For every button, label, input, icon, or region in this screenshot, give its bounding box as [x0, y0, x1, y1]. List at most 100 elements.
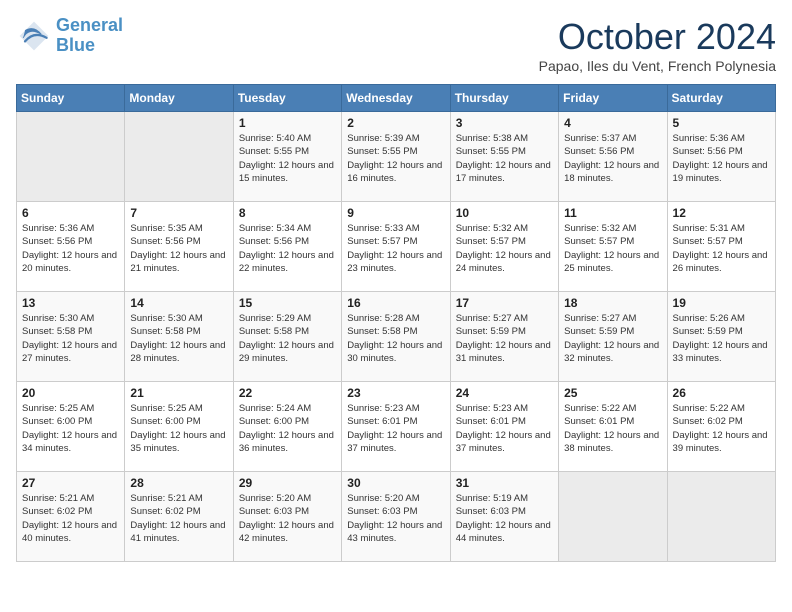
day-number: 5: [673, 116, 770, 130]
day-number: 19: [673, 296, 770, 310]
calendar-cell: 16 Sunrise: 5:28 AMSunset: 5:58 PMDayligh…: [342, 292, 450, 382]
day-info: Sunrise: 5:28 AMSunset: 5:58 PMDaylight:…: [347, 312, 444, 365]
calendar-cell: 2 Sunrise: 5:39 AMSunset: 5:55 PMDaylight…: [342, 112, 450, 202]
day-number: 4: [564, 116, 661, 130]
calendar-cell: 21Sunrise: 5:25 AMSunset: 6:00 PMDayligh…: [125, 382, 233, 472]
day-info: Sunrise: 5:40 AMSunset: 5:55 PMDaylight:…: [239, 132, 336, 185]
day-info: Sunrise: 5:39 AMSunset: 5:55 PMDaylight:…: [347, 132, 444, 185]
day-info: Sunrise: 5:35 AMSunset: 5:56 PMDaylight:…: [130, 222, 227, 275]
day-info: Sunrise: 5:21 AMSunset: 6:02 PMDaylight:…: [22, 492, 119, 545]
calendar-cell: 10 Sunrise: 5:32 AMSunset: 5:57 PMDayligh…: [450, 202, 558, 292]
day-number: 7: [130, 206, 227, 220]
calendar-cell: 15Sunrise: 5:29 AMSunset: 5:58 PMDayligh…: [233, 292, 341, 382]
day-number: 30: [347, 476, 444, 490]
weekday-header: Thursday: [450, 85, 558, 112]
calendar-cell: 20 Sunrise: 5:25 AMSunset: 6:00 PMDayligh…: [17, 382, 125, 472]
day-number: 15: [239, 296, 336, 310]
calendar-cell: 27 Sunrise: 5:21 AMSunset: 6:02 PMDayligh…: [17, 472, 125, 562]
day-number: 6: [22, 206, 119, 220]
calendar-cell: 3 Sunrise: 5:38 AMSunset: 5:55 PMDaylight…: [450, 112, 558, 202]
day-info: Sunrise: 5:36 AMSunset: 5:56 PMDaylight:…: [673, 132, 770, 185]
day-info: Sunrise: 5:36 AMSunset: 5:56 PMDaylight:…: [22, 222, 119, 275]
day-number: 11: [564, 206, 661, 220]
day-info: Sunrise: 5:30 AMSunset: 5:58 PMDaylight:…: [130, 312, 227, 365]
day-info: Sunrise: 5:32 AMSunset: 5:57 PMDaylight:…: [564, 222, 661, 275]
day-info: Sunrise: 5:37 AMSunset: 5:56 PMDaylight:…: [564, 132, 661, 185]
day-info: Sunrise: 5:32 AMSunset: 5:57 PMDaylight:…: [456, 222, 553, 275]
day-info: Sunrise: 5:26 AMSunset: 5:59 PMDaylight:…: [673, 312, 770, 365]
weekday-header: Friday: [559, 85, 667, 112]
calendar-cell: [667, 472, 775, 562]
calendar-cell: 17 Sunrise: 5:27 AMSunset: 5:59 PMDayligh…: [450, 292, 558, 382]
calendar-week-row: 6 Sunrise: 5:36 AMSunset: 5:56 PMDaylight…: [17, 202, 776, 292]
day-number: 31: [456, 476, 553, 490]
day-number: 8: [239, 206, 336, 220]
calendar-cell: 22 Sunrise: 5:24 AMSunset: 6:00 PMDayligh…: [233, 382, 341, 472]
day-number: 28: [130, 476, 227, 490]
calendar-cell: 9 Sunrise: 5:33 AMSunset: 5:57 PMDaylight…: [342, 202, 450, 292]
day-info: Sunrise: 5:22 AMSunset: 6:02 PMDaylight:…: [673, 402, 770, 455]
day-number: 23: [347, 386, 444, 400]
title-block: October 2024 Papao, Iles du Vent, French…: [539, 16, 776, 74]
day-info: Sunrise: 5:27 AMSunset: 5:59 PMDaylight:…: [456, 312, 553, 365]
day-number: 1: [239, 116, 336, 130]
day-info: Sunrise: 5:19 AMSunset: 6:03 PMDaylight:…: [456, 492, 553, 545]
day-info: Sunrise: 5:33 AMSunset: 5:57 PMDaylight:…: [347, 222, 444, 275]
calendar-cell: [559, 472, 667, 562]
calendar-cell: 7 Sunrise: 5:35 AMSunset: 5:56 PMDaylight…: [125, 202, 233, 292]
day-info: Sunrise: 5:23 AMSunset: 6:01 PMDaylight:…: [347, 402, 444, 455]
day-info: Sunrise: 5:34 AMSunset: 5:56 PMDaylight:…: [239, 222, 336, 275]
day-info: Sunrise: 5:24 AMSunset: 6:00 PMDaylight:…: [239, 402, 336, 455]
day-info: Sunrise: 5:21 AMSunset: 6:02 PMDaylight:…: [130, 492, 227, 545]
calendar-cell: 18 Sunrise: 5:27 AMSunset: 5:59 PMDayligh…: [559, 292, 667, 382]
month-title: October 2024: [539, 16, 776, 58]
day-info: Sunrise: 5:27 AMSunset: 5:59 PMDaylight:…: [564, 312, 661, 365]
weekday-header: Sunday: [17, 85, 125, 112]
day-number: 10: [456, 206, 553, 220]
logo: General Blue: [16, 16, 123, 56]
calendar-cell: 30 Sunrise: 5:20 AMSunset: 6:03 PMDayligh…: [342, 472, 450, 562]
day-number: 17: [456, 296, 553, 310]
calendar-week-row: 13 Sunrise: 5:30 AMSunset: 5:58 PMDayligh…: [17, 292, 776, 382]
page-header: General Blue October 2024 Papao, Iles du…: [16, 16, 776, 74]
day-number: 22: [239, 386, 336, 400]
day-info: Sunrise: 5:30 AMSunset: 5:58 PMDaylight:…: [22, 312, 119, 365]
day-number: 14: [130, 296, 227, 310]
calendar-cell: 19 Sunrise: 5:26 AMSunset: 5:59 PMDayligh…: [667, 292, 775, 382]
calendar-cell: 28 Sunrise: 5:21 AMSunset: 6:02 PMDayligh…: [125, 472, 233, 562]
day-info: Sunrise: 5:20 AMSunset: 6:03 PMDaylight:…: [347, 492, 444, 545]
calendar-cell: 5 Sunrise: 5:36 AMSunset: 5:56 PMDaylight…: [667, 112, 775, 202]
day-number: 12: [673, 206, 770, 220]
logo-icon: [16, 18, 52, 54]
day-number: 2: [347, 116, 444, 130]
day-info: Sunrise: 5:20 AMSunset: 6:03 PMDaylight:…: [239, 492, 336, 545]
calendar-cell: 26 Sunrise: 5:22 AMSunset: 6:02 PMDayligh…: [667, 382, 775, 472]
day-number: 24: [456, 386, 553, 400]
calendar-cell: 13 Sunrise: 5:30 AMSunset: 5:58 PMDayligh…: [17, 292, 125, 382]
weekday-header: Saturday: [667, 85, 775, 112]
calendar-cell: 8 Sunrise: 5:34 AMSunset: 5:56 PMDaylight…: [233, 202, 341, 292]
logo-line1: General: [56, 15, 123, 35]
calendar-week-row: 1 Sunrise: 5:40 AMSunset: 5:55 PMDaylight…: [17, 112, 776, 202]
day-number: 16: [347, 296, 444, 310]
day-number: 26: [673, 386, 770, 400]
day-number: 9: [347, 206, 444, 220]
calendar-cell: 31 Sunrise: 5:19 AMSunset: 6:03 PMDayligh…: [450, 472, 558, 562]
day-info: Sunrise: 5:38 AMSunset: 5:55 PMDaylight:…: [456, 132, 553, 185]
calendar-cell: 12Sunrise: 5:31 AMSunset: 5:57 PMDayligh…: [667, 202, 775, 292]
calendar-cell: 11 Sunrise: 5:32 AMSunset: 5:57 PMDayligh…: [559, 202, 667, 292]
calendar-cell: 25Sunrise: 5:22 AMSunset: 6:01 PMDayligh…: [559, 382, 667, 472]
day-number: 20: [22, 386, 119, 400]
weekday-header: Monday: [125, 85, 233, 112]
day-number: 29: [239, 476, 336, 490]
location-subtitle: Papao, Iles du Vent, French Polynesia: [539, 58, 776, 74]
day-number: 27: [22, 476, 119, 490]
day-number: 18: [564, 296, 661, 310]
calendar-cell: 6 Sunrise: 5:36 AMSunset: 5:56 PMDaylight…: [17, 202, 125, 292]
day-info: Sunrise: 5:25 AMSunset: 6:00 PMDaylight:…: [22, 402, 119, 455]
calendar-cell: 23 Sunrise: 5:23 AMSunset: 6:01 PMDayligh…: [342, 382, 450, 472]
calendar-week-row: 20 Sunrise: 5:25 AMSunset: 6:00 PMDayligh…: [17, 382, 776, 472]
day-number: 13: [22, 296, 119, 310]
day-number: 21: [130, 386, 227, 400]
day-number: 3: [456, 116, 553, 130]
